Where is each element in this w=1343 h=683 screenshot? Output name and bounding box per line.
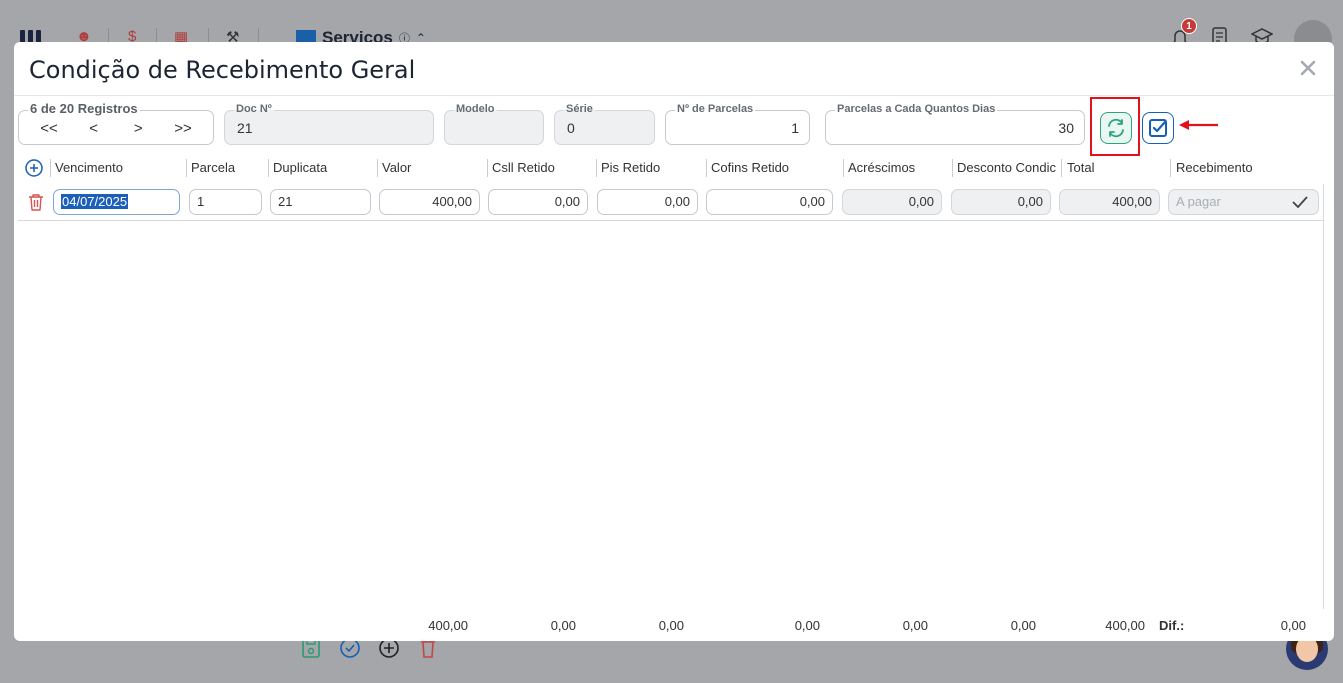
dif-value: 0,00 [1280,618,1306,633]
modal-header: Condição de Recebimento Geral [14,42,1334,96]
total-field: 400,00 [1059,189,1160,215]
csll-input[interactable]: 0,00 [488,189,588,215]
last-record-button[interactable]: >> [163,120,203,137]
check-icon [1292,196,1308,208]
recebimento-placeholder: A pagar [1176,194,1221,209]
column-valor[interactable]: Valor [382,160,411,175]
first-record-button[interactable]: << [29,120,69,137]
notification-badge: 1 [1181,18,1197,34]
parcelas-dias-field[interactable]: Parcelas a Cada Quantos Dias 30 [825,102,1085,145]
column-cofins[interactable]: Cofins Retido [711,160,789,175]
add-installment-button[interactable] [25,159,43,177]
column-acrescimos[interactable]: Acréscimos [848,160,915,175]
table-row: 04/07/2025 1 21 400,00 0,00 0,00 0,00 0,… [18,184,1324,221]
modelo-label: Modelo [454,102,497,116]
column-vencimento[interactable]: Vencimento [55,160,123,175]
serie-field[interactable]: Série 0 [554,102,655,145]
doc-number-value: 21 [237,120,253,136]
close-icon [1300,60,1316,76]
cofins-input[interactable]: 0,00 [706,189,833,215]
total-total: 400,00 [1105,618,1145,633]
total-pis: 0,00 [658,618,684,633]
serie-label: Série [564,102,595,116]
valor-input[interactable]: 400,00 [379,189,480,215]
parcelas-dias-value: 30 [1058,120,1074,136]
column-total[interactable]: Total [1067,160,1094,175]
previous-record-button[interactable]: < [74,120,114,137]
table-header: Vencimento Parcela Duplicata Valor Csll … [14,156,1334,180]
confirm-installments-button[interactable] [1142,112,1174,144]
num-parcelas-field[interactable]: Nº de Parcelas 1 [665,102,810,145]
parcelas-dias-label: Parcelas a Cada Quantos Dias [835,102,998,116]
refresh-icon [1108,118,1124,138]
record-count-label: 6 de 20 Registros [28,101,140,116]
total-desconto: 0,00 [1010,618,1036,633]
vencimento-value: 04/07/2025 [61,194,129,209]
close-button[interactable] [1296,56,1320,80]
totals-footer: 400,00 0,00 0,00 0,00 0,00 0,00 400,00 D… [14,616,1334,634]
column-duplicata[interactable]: Duplicata [273,160,327,175]
desconto-field: 0,00 [951,189,1051,215]
doc-number-field[interactable]: Doc Nº 21 [224,102,434,145]
arrow-left-icon [1179,120,1218,130]
delete-row-button[interactable] [28,193,44,211]
total-cofins: 0,00 [794,618,820,633]
serie-value: 0 [567,120,575,136]
column-parcela[interactable]: Parcela [191,160,235,175]
duplicata-input[interactable]: 21 [270,189,371,215]
parcela-input[interactable]: 1 [189,189,262,215]
checkbox-check-icon [1149,119,1167,137]
total-acrescimos: 0,00 [902,618,928,633]
doc-number-label: Doc Nº [234,102,274,116]
num-parcelas-label: Nº de Parcelas [675,102,756,116]
modelo-field[interactable]: Modelo [444,102,544,145]
total-valor: 400,00 [428,618,468,633]
num-parcelas-value: 1 [791,120,799,136]
installments-grid: 04/07/2025 1 21 400,00 0,00 0,00 0,00 0,… [18,184,1324,609]
vencimento-input[interactable]: 04/07/2025 [53,189,180,215]
refresh-installments-button[interactable] [1100,112,1132,144]
recebimento-select[interactable]: A pagar [1168,189,1319,215]
modal-title: Condição de Recebimento Geral [29,56,416,84]
pis-input[interactable]: 0,00 [597,189,698,215]
acrescimos-field: 0,00 [842,189,942,215]
dif-label: Dif.: [1159,618,1185,633]
column-csll[interactable]: Csll Retido [492,160,555,175]
total-csll: 0,00 [550,618,576,633]
column-pis[interactable]: Pis Retido [601,160,660,175]
column-recebimento[interactable]: Recebimento [1176,160,1253,175]
record-navigator: 6 de 20 Registros << < > >> [18,102,214,145]
next-record-button[interactable]: > [118,120,158,137]
column-desconto[interactable]: Desconto Condic [957,160,1061,175]
modal-dialog: Condição de Recebimento Geral 6 de 20 Re… [14,42,1334,641]
